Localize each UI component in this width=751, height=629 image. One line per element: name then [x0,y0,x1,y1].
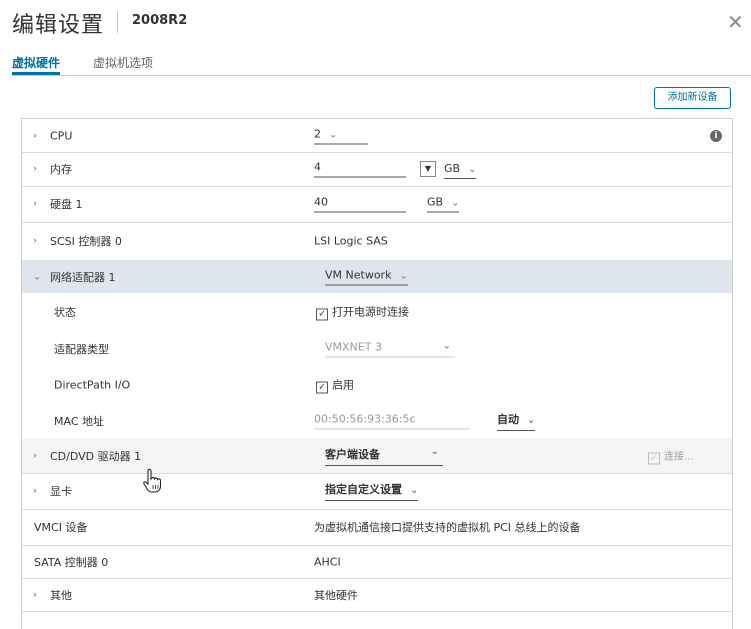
row-status: 状态 ✓ 打开电源时连接 [22,293,732,332]
add-new-device-button[interactable]: 添加新设备 [654,87,731,109]
memory-unit-group: ▼ GB ⌄ [420,161,477,179]
chevron-down-icon: ⌄ [451,197,460,209]
cd-connect-checkbox: ✓ 连接... [648,447,694,464]
row-label: 硬盘 1 [50,198,83,211]
row-sata: SATA 控制器 0 AHCI [22,545,732,579]
row-label: VMCI 设备 [34,521,88,534]
mac-address-input: 00:50:56:93:36:5c [314,412,470,429]
dialog-title: 编辑设置 [12,13,105,38]
chevron-down-icon: ⌄ [527,414,536,426]
spinner-down-icon[interactable]: ▼ [420,161,436,177]
row-directpath: DirectPath I/O ✓ 启用 [22,367,732,404]
row-label: 适配器类型 [54,343,109,356]
directpath-checkbox[interactable]: ✓ 启用 [316,377,354,394]
tab-bar: 虚拟硬件 虚拟机选项 [0,50,751,75]
row-label: DirectPath I/O [54,378,131,392]
row-label: CPU [50,129,73,142]
close-icon[interactable]: ✕ [727,12,744,32]
vmci-description: 为虚拟机通信接口提供支持的虚拟机 PCI 总线上的设备 [314,521,581,534]
checkbox-checked-icon: ✓ [316,308,328,321]
row-label: 其他 [50,588,72,602]
chevron-right-icon[interactable]: › [33,130,37,141]
chevron-right-icon[interactable]: › [33,236,37,247]
row-mac: MAC 地址 00:50:56:93:36:5c 自动 ⌄ [22,403,732,439]
row-cd-dvd: › CD/DVD 驱动器 1 客户端设备 ⌄ ✓ 连接... [22,438,732,474]
row-other: › 其他 其他硬件 [22,578,732,612]
row-label: 网络适配器 1 [50,270,116,284]
chevron-down-icon: ⌄ [430,445,439,457]
hardware-list: › CPU 2 ⌄ i › 内存 4 ▼ GB ⌄ › 硬盘 1 40 GB ⌄ › S… [21,118,733,629]
title-separator [117,11,118,33]
tabs-divider [12,75,751,76]
chevron-down-icon: ⌄ [399,270,408,281]
row-cpu: › CPU 2 ⌄ i [22,119,732,153]
connect-at-power-on-checkbox[interactable]: ✓ 打开电源时连接 [316,304,409,321]
chevron-right-icon[interactable]: › [33,450,37,461]
adapter-type-select: VMXNET 3 ⌄ [325,341,455,358]
row-video-card: › 显卡 指定自定义设置 ⌄ [22,473,732,510]
mac-mode-select[interactable]: 自动 ⌄ [497,411,536,431]
row-label: 显卡 [50,485,72,498]
chevron-down-icon: ⌄ [468,164,477,175]
disk-unit-select[interactable]: GB ⌄ [427,196,460,213]
vm-name: 2008R2 [132,13,188,28]
memory-unit-select[interactable]: GB ⌄ [444,162,477,179]
row-label: CD/DVD 驱动器 1 [50,449,142,463]
info-icon[interactable]: i [710,129,722,142]
row-adapter-type: 适配器类型 VMXNET 3 ⌄ [22,331,732,368]
memory-input[interactable]: 4 [314,161,406,178]
video-settings-select[interactable]: 指定自定义设置 ⌄ [325,481,419,501]
row-label: SCSI 控制器 0 [50,235,122,248]
tab-vm-options[interactable]: 虚拟机选项 [93,54,153,71]
tab-virtual-hardware[interactable]: 虚拟硬件 [12,54,61,75]
row-memory: › 内存 4 ▼ GB ⌄ [22,152,732,187]
chevron-down-icon[interactable]: ⌄ [33,271,41,282]
other-hardware: 其他硬件 [314,588,358,602]
scsi-type: LSI Logic SAS [314,234,388,248]
chevron-right-icon[interactable]: › [33,486,37,497]
chevron-right-icon[interactable]: › [33,199,37,210]
chevron-down-icon: ⌄ [329,129,338,140]
row-network-adapter: ⌄ 网络适配器 1 VM Network ⌄ [22,260,732,294]
row-scsi: › SCSI 控制器 0 LSI Logic SAS [22,222,732,261]
row-vmci: VMCI 设备 为虚拟机通信接口提供支持的虚拟机 PCI 总线上的设备 [22,509,732,546]
chevron-down-icon: ⌄ [410,485,419,496]
cpu-select[interactable]: 2 ⌄ [314,127,368,144]
hand-cursor-icon [143,468,162,493]
row-label: 状态 [54,306,76,319]
row-disk: › 硬盘 1 40 GB ⌄ [22,186,732,223]
row-label: 内存 [50,163,72,176]
cd-device-select[interactable]: 客户端设备 ⌄ [325,446,443,466]
chevron-down-icon: ⌄ [442,340,451,352]
network-select[interactable]: VM Network ⌄ [325,268,408,285]
dialog-header: 编辑设置 2008R2 ✕ [0,0,751,44]
chevron-right-icon[interactable]: › [33,164,37,175]
checkbox-disabled-icon: ✓ [648,452,660,464]
chevron-right-icon[interactable]: › [33,589,37,600]
row-label: MAC 地址 [54,414,104,428]
disk-size-input[interactable]: 40 [314,196,406,213]
sata-type: AHCI [314,555,341,568]
checkbox-checked-icon: ✓ [316,381,328,394]
row-label: SATA 控制器 0 [34,555,109,569]
